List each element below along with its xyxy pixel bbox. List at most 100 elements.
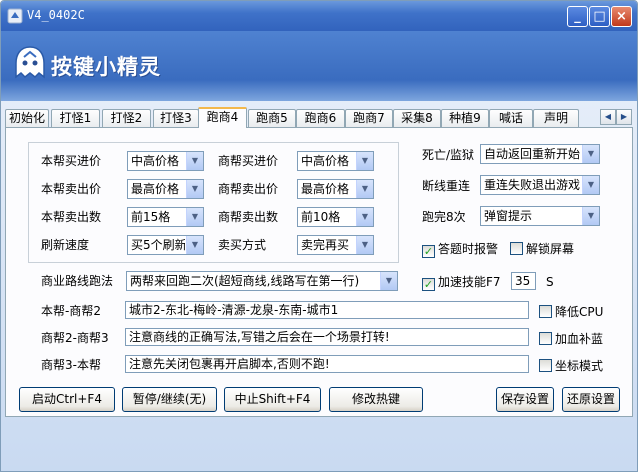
tab-label: 初始化 bbox=[8, 111, 45, 125]
speed-skill-checkbox[interactable]: ✓ 加速技能F7 bbox=[422, 275, 501, 291]
tab-gather-8[interactable]: 采集8 bbox=[393, 109, 441, 127]
chevron-down-icon: ▼ bbox=[186, 208, 203, 226]
tab-scroll: ◀ ▶ bbox=[600, 108, 632, 125]
app-icon bbox=[7, 8, 23, 24]
chevron-down-icon: ▼ bbox=[582, 207, 599, 225]
unlock-screen-checkbox[interactable]: 解锁屏幕 bbox=[510, 242, 574, 256]
stop-button[interactable]: 中止Shift+F4 bbox=[224, 387, 321, 412]
sell-price-value: 最高价格 bbox=[131, 182, 180, 196]
checkbox-box bbox=[539, 305, 552, 318]
route-select[interactable]: 两帮来回跑二次(超短商线,线路写在第一行) ▼ bbox=[126, 271, 398, 291]
buy-price-select[interactable]: 中高价格 ▼ bbox=[127, 151, 204, 171]
finish-label: 跑完8次 bbox=[422, 210, 466, 224]
buy-price-label: 本帮买进价 bbox=[41, 154, 102, 168]
restore-button[interactable]: 还原设置 bbox=[562, 387, 620, 412]
tab-plant-9[interactable]: 种植9 bbox=[441, 109, 489, 127]
tab-init[interactable]: 初始化 bbox=[5, 109, 49, 127]
tab-label: 跑商5 bbox=[256, 111, 288, 125]
chevron-down-icon: ▼ bbox=[186, 236, 203, 254]
low-cpu-checkbox[interactable]: 降低CPU bbox=[539, 305, 603, 319]
tab-label: 采集8 bbox=[401, 111, 433, 125]
chevron-down-icon: ▼ bbox=[582, 176, 599, 194]
coord-mode-checkbox[interactable]: 坐标模式 bbox=[539, 359, 603, 373]
chevron-down-icon: ▼ bbox=[186, 180, 203, 198]
minimize-button[interactable]: _ bbox=[567, 6, 588, 27]
tab-label: 跑商7 bbox=[353, 111, 385, 125]
tab-label: 跑商4 bbox=[206, 110, 239, 124]
death-value: 自动返回重新开始 bbox=[484, 147, 581, 161]
tab-trade-6[interactable]: 跑商6 bbox=[296, 109, 345, 127]
route-label: 商业路线跑法 bbox=[41, 274, 114, 288]
checkbox-box bbox=[539, 359, 552, 372]
tab-label: 种植9 bbox=[449, 111, 481, 125]
start-button[interactable]: 启动Ctrl+F4 bbox=[19, 387, 115, 412]
chevron-down-icon: ▼ bbox=[356, 152, 373, 170]
tab-label: 跑商6 bbox=[304, 111, 337, 125]
speed-unit-label: S bbox=[546, 275, 554, 289]
banner: 按键小精灵 bbox=[1, 31, 637, 101]
trade-sell-qty-select[interactable]: 前10格 ▼ bbox=[297, 207, 374, 227]
chevron-down-icon: ▼ bbox=[356, 180, 373, 198]
tab-fight-2[interactable]: 打怪2 bbox=[102, 109, 151, 127]
refresh-speed-label: 刷新速度 bbox=[41, 238, 90, 252]
trade-buy-price-value: 中高价格 bbox=[301, 154, 350, 168]
add-blue-checkbox[interactable]: 加血补蓝 bbox=[539, 332, 603, 346]
tab-scroll-left-icon[interactable]: ◀ bbox=[600, 109, 616, 125]
sell-mode-value: 卖完再买 bbox=[301, 238, 350, 252]
tab-label: 声明 bbox=[543, 111, 568, 125]
tab-fight-3[interactable]: 打怪3 bbox=[153, 109, 199, 127]
unlock-screen-label: 解锁屏幕 bbox=[526, 242, 575, 256]
tab-trade-4[interactable]: 跑商4 bbox=[198, 107, 247, 128]
tab-shout[interactable]: 喊话 bbox=[489, 109, 533, 127]
speed-skill-label: 加速技能F7 bbox=[438, 275, 501, 289]
tab-label: 打怪1 bbox=[59, 111, 92, 125]
chevron-down-icon: ▼ bbox=[356, 208, 373, 226]
app-window: V4_0402C _ □ × 按键小精灵 初始化 打怪1 打怪2 打怪3 跑商4… bbox=[0, 0, 638, 472]
checkbox-box bbox=[510, 242, 523, 255]
refresh-speed-select[interactable]: 买5个刷新 ▼ bbox=[127, 235, 204, 255]
finish-value: 弹窗提示 bbox=[484, 209, 533, 223]
tab-label: 打怪2 bbox=[110, 111, 143, 125]
speed-seconds-input[interactable]: 35 bbox=[511, 272, 536, 290]
trade-sell-price-label: 商帮卖出价 bbox=[218, 182, 279, 196]
tab-trade-5[interactable]: 跑商5 bbox=[248, 109, 296, 127]
pause-button[interactable]: 暂停/继续(无) bbox=[122, 387, 217, 412]
reconnect-select[interactable]: 重连失败退出游戏 ▼ bbox=[480, 175, 600, 195]
tab-label: 打怪3 bbox=[160, 111, 192, 125]
route-line-2-input[interactable]: 注意商线的正确写法,写错之后会在一个场景打转! bbox=[125, 328, 529, 346]
sell-price-select[interactable]: 最高价格 ▼ bbox=[127, 179, 204, 199]
chevron-down-icon: ▼ bbox=[380, 272, 397, 290]
low-cpu-label: 降低CPU bbox=[555, 305, 604, 319]
death-select[interactable]: 自动返回重新开始 ▼ bbox=[480, 144, 600, 164]
route-line-3-input[interactable]: 注意先关闭包裹再开启脚本,否则不跑! bbox=[125, 355, 529, 373]
hotkey-button[interactable]: 修改热键 bbox=[329, 387, 423, 412]
sell-qty-select[interactable]: 前15格 ▼ bbox=[127, 207, 204, 227]
maximize-button[interactable]: □ bbox=[589, 6, 610, 27]
logo-text: 按键小精灵 bbox=[51, 55, 161, 79]
finish-select[interactable]: 弹窗提示 ▼ bbox=[480, 206, 600, 226]
save-button[interactable]: 保存设置 bbox=[496, 387, 554, 412]
tab-statement[interactable]: 声明 bbox=[533, 109, 579, 127]
route-line-2-label: 商帮2-商帮3 bbox=[41, 331, 109, 345]
add-blue-label: 加血补蓝 bbox=[555, 332, 604, 346]
answer-alarm-checkbox[interactable]: ✓ 答题时报警 bbox=[422, 242, 498, 258]
trade-sell-qty-label: 商帮卖出数 bbox=[218, 210, 279, 224]
trade-sell-price-value: 最高价格 bbox=[301, 182, 350, 196]
sell-mode-select[interactable]: 卖完再买 ▼ bbox=[297, 235, 374, 255]
trade-buy-price-select[interactable]: 中高价格 ▼ bbox=[297, 151, 374, 171]
tab-label: 喊话 bbox=[498, 111, 523, 125]
tab-scroll-right-icon[interactable]: ▶ bbox=[616, 109, 632, 125]
trade-sell-price-select[interactable]: 最高价格 ▼ bbox=[297, 179, 374, 199]
close-button[interactable]: × bbox=[611, 6, 632, 27]
route-line-1-input[interactable]: 城市2-东北-梅岭-清源-龙泉-东南-城市1 bbox=[125, 301, 529, 319]
chevron-down-icon: ▼ bbox=[582, 145, 599, 163]
answer-alarm-label: 答题时报警 bbox=[438, 242, 499, 256]
checkbox-box bbox=[539, 332, 552, 345]
tab-fight-1[interactable]: 打怪1 bbox=[51, 109, 100, 127]
tab-trade-7[interactable]: 跑商7 bbox=[345, 109, 393, 127]
title-bar[interactable]: V4_0402C _ □ × bbox=[1, 1, 637, 31]
chevron-down-icon: ▼ bbox=[356, 236, 373, 254]
sell-price-label: 本帮卖出价 bbox=[41, 182, 102, 196]
coord-mode-label: 坐标模式 bbox=[555, 359, 604, 373]
trade-buy-price-label: 商帮买进价 bbox=[218, 154, 279, 168]
